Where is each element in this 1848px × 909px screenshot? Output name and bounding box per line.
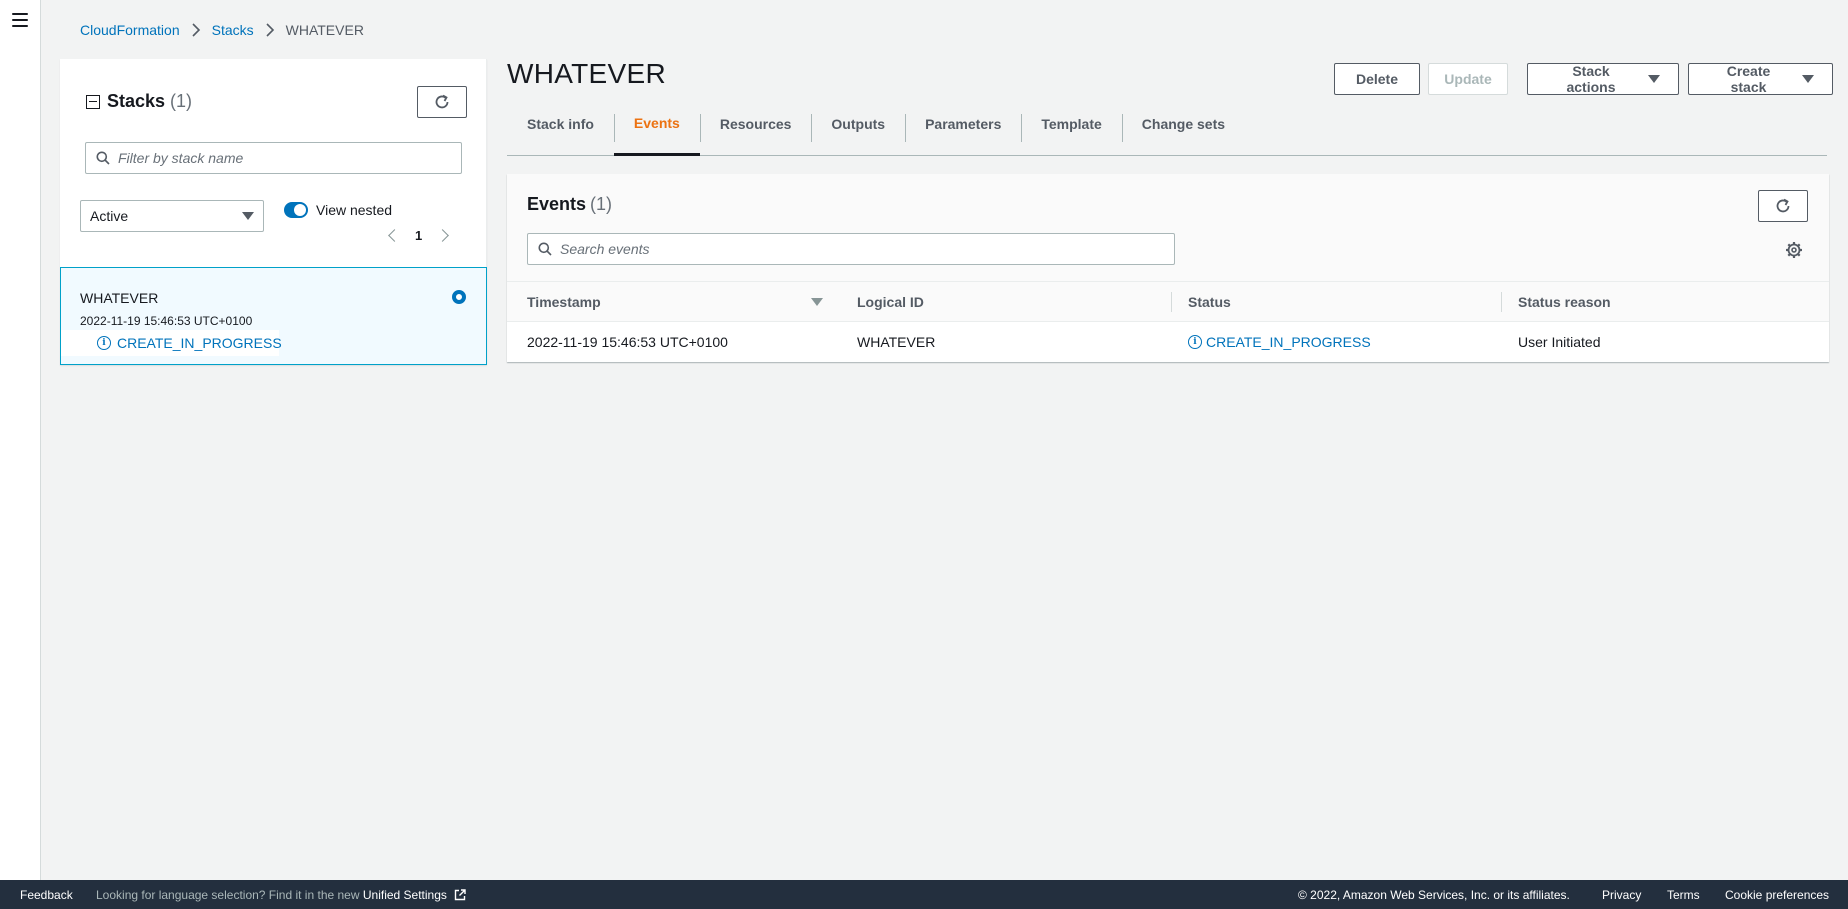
page-title: WHATEVER	[507, 58, 666, 89]
breadcrumb-stacks[interactable]: Stacks	[212, 22, 254, 38]
events-refresh-button[interactable]	[1758, 190, 1808, 222]
chevron-right-icon	[191, 23, 201, 37]
pagination: 1	[388, 228, 450, 243]
tab-change-sets[interactable]: Change sets	[1121, 110, 1245, 156]
cell-status: i CREATE_IN_PROGRESS	[1188, 322, 1371, 362]
tab-template[interactable]: Template	[1021, 110, 1121, 156]
stacks-count: (1)	[170, 91, 193, 111]
language-notice: Looking for language selection? Find it …	[96, 888, 466, 902]
page-number[interactable]: 1	[415, 228, 422, 243]
tab-parameters[interactable]: Parameters	[905, 110, 1021, 156]
events-search-field	[527, 233, 1175, 265]
feedback-link[interactable]: Feedback	[20, 888, 73, 902]
stack-name: WHATEVER	[80, 290, 159, 306]
create-stack-button[interactable]: Create stack	[1688, 63, 1833, 95]
search-icon	[538, 242, 552, 256]
external-link-icon[interactable]	[454, 888, 466, 901]
search-icon	[96, 151, 110, 165]
stack-status: i CREATE_IN_PROGRESS	[61, 330, 282, 356]
view-nested-toggle[interactable]	[284, 202, 308, 218]
column-status[interactable]: Status	[1171, 282, 1231, 322]
update-button[interactable]: Update	[1428, 63, 1508, 95]
footer: Feedback Looking for language selection?…	[0, 880, 1848, 909]
stack-filter-input[interactable]	[118, 150, 447, 166]
column-status-reason[interactable]: Status reason	[1501, 282, 1611, 322]
cell-timestamp: 2022-11-19 15:46:53 UTC+0100	[527, 334, 728, 350]
collapse-icon[interactable]	[86, 94, 100, 109]
events-search-input[interactable]	[560, 241, 1133, 257]
chevron-left-icon[interactable]	[388, 229, 401, 242]
chevron-right-icon	[265, 23, 275, 37]
stacks-title: Stacks	[107, 91, 166, 111]
breadcrumb: CloudFormation Stacks WHATEVER	[80, 22, 364, 38]
tab-resources[interactable]: Resources	[699, 110, 812, 156]
stacks-header: Stacks (1)	[86, 91, 192, 112]
view-nested-control: View nested	[284, 202, 392, 218]
cookie-preferences-link[interactable]: Cookie preferences	[1725, 888, 1829, 902]
status-filter-value: Active	[90, 208, 129, 224]
events-panel: Events(1) Timestamp Logical	[507, 174, 1829, 362]
cell-status-reason: User Initiated	[1518, 334, 1601, 350]
terms-link[interactable]: Terms	[1667, 888, 1700, 902]
tab-outputs[interactable]: Outputs	[811, 110, 905, 156]
breadcrumb-current: WHATEVER	[285, 22, 364, 38]
menu-icon[interactable]	[10, 11, 30, 29]
side-rail	[0, 0, 41, 880]
stack-actions-button[interactable]: Stack actions	[1527, 63, 1679, 95]
tab-events[interactable]: Events	[613, 110, 700, 156]
sort-descending-icon[interactable]	[811, 298, 823, 306]
gear-icon[interactable]	[1785, 241, 1803, 259]
stack-list-item[interactable]: WHATEVER 2022-11-19 15:46:53 UTC+0100 i …	[60, 267, 487, 365]
chevron-right-icon[interactable]	[436, 229, 450, 242]
tab-stack-info[interactable]: Stack info	[507, 110, 614, 156]
caret-down-icon	[1802, 75, 1814, 83]
caret-down-icon	[242, 212, 254, 220]
events-count: (1)	[590, 194, 613, 214]
create-stack-label: Create stack	[1726, 63, 1771, 95]
stack-actions-label: Stack actions	[1566, 63, 1616, 95]
status-filter-select[interactable]: Active	[80, 200, 264, 232]
refresh-icon	[435, 94, 449, 109]
delete-button[interactable]: Delete	[1334, 63, 1420, 95]
breadcrumb-cloudformation[interactable]: CloudFormation	[80, 22, 180, 38]
stack-filter-field	[85, 142, 462, 174]
cell-status-text: CREATE_IN_PROGRESS	[1206, 334, 1371, 350]
table-row: 2022-11-19 15:46:53 UTC+0100 WHATEVER i …	[507, 322, 1829, 362]
privacy-link[interactable]: Privacy	[1602, 888, 1641, 902]
copyright: © 2022, Amazon Web Services, Inc. or its…	[1298, 887, 1570, 902]
events-table-header: Timestamp Logical ID Status Status reaso…	[507, 282, 1829, 322]
radio-selected-icon[interactable]	[452, 290, 466, 304]
events-header: Events (1)	[507, 174, 1829, 282]
refresh-icon	[1776, 198, 1790, 213]
stack-status-text: CREATE_IN_PROGRESS	[117, 335, 282, 351]
tab-bar: Stack info Events Resources Outputs Para…	[507, 110, 1827, 156]
cell-logical-id: WHATEVER	[857, 334, 936, 350]
info-icon: i	[97, 336, 111, 350]
language-notice-text: Looking for language selection? Find it …	[96, 887, 360, 902]
stacks-panel: Stacks (1) Active View nested 1 WHATEVER…	[60, 59, 487, 365]
view-nested-label: View nested	[316, 202, 393, 218]
events-title: Events (1)	[527, 194, 613, 214]
caret-down-icon	[1648, 75, 1660, 83]
stacks-refresh-button[interactable]	[417, 86, 467, 118]
unified-settings-link[interactable]: Unified Settings	[363, 888, 447, 902]
column-logical-id[interactable]: Logical ID	[857, 282, 924, 322]
column-timestamp[interactable]: Timestamp	[527, 282, 601, 322]
stack-timestamp: 2022-11-19 15:46:53 UTC+0100	[80, 314, 253, 328]
info-icon: i	[1188, 335, 1202, 349]
